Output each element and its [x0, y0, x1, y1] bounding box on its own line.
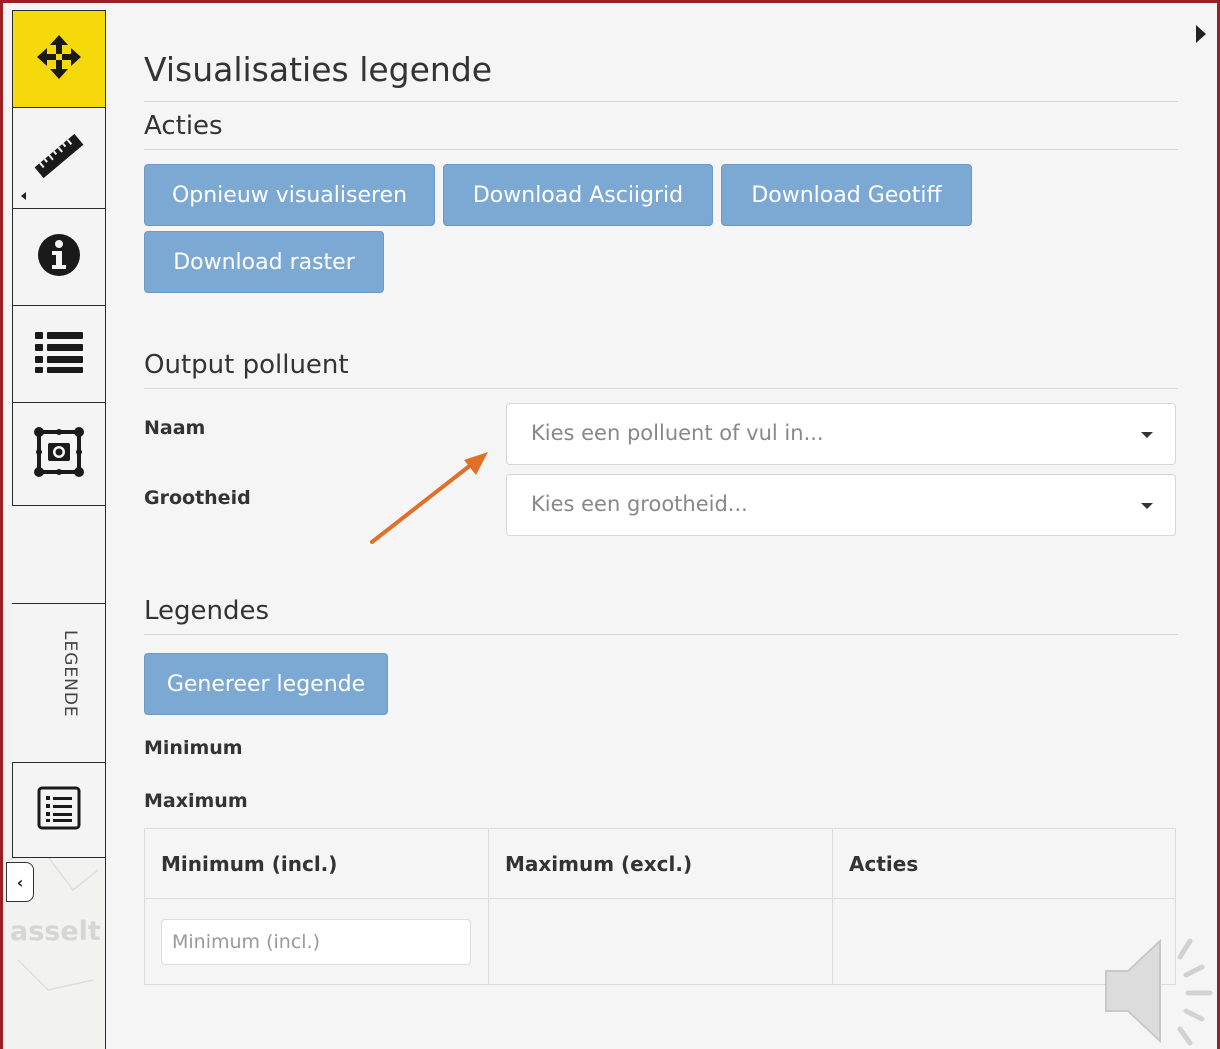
grootheid-select[interactable]: Kies een grootheid... [506, 474, 1176, 536]
maximum-label: Maximum [144, 790, 248, 812]
divider [144, 634, 1178, 635]
naam-label: Naam [144, 417, 206, 439]
speaker-icon[interactable] [1098, 935, 1220, 1047]
legendes-heading: Legendes [144, 596, 270, 626]
divider [144, 101, 1178, 102]
info-tool-button[interactable] [12, 209, 106, 306]
chevron-down-icon [1141, 432, 1153, 438]
chevron-down-icon [1141, 503, 1153, 509]
panel-collapse-arrow-icon[interactable] [1196, 25, 1206, 43]
grootheid-label: Grootheid [144, 487, 251, 509]
legend-panel: Visualisaties legende Acties Opnieuw vis… [106, 10, 1214, 1049]
revisualize-button[interactable]: Opnieuw visualiseren [144, 164, 435, 226]
list-icon [35, 330, 83, 378]
download-geotiff-button[interactable]: Download Geotiff [721, 164, 972, 226]
minimum-label: Minimum [144, 737, 243, 759]
column-header-maximum: Maximum (excl.) [488, 828, 833, 899]
output-polluent-heading: Output polluent [144, 350, 349, 380]
generate-legend-button[interactable]: Genereer legende [144, 653, 388, 715]
list-document-icon [37, 786, 81, 834]
legend-list-tool-button[interactable] [12, 762, 106, 858]
move-tool-button[interactable] [12, 10, 106, 108]
divider [144, 149, 1178, 150]
column-header-minimum: Minimum (incl.) [144, 828, 489, 899]
polluent-select-placeholder: Kies een polluent of vul in... [531, 421, 824, 445]
table-cell-minimum [144, 898, 489, 985]
expand-left-icon [21, 192, 26, 200]
info-circle-icon [37, 233, 81, 281]
measure-tool-button[interactable] [12, 108, 106, 209]
acties-heading: Acties [144, 111, 223, 141]
legende-tab[interactable]: LEGENDE [12, 604, 106, 762]
table-cell-maximum [488, 898, 833, 985]
camera-frame-icon [33, 426, 85, 482]
move-arrows-icon [35, 33, 83, 85]
layers-tool-button[interactable] [12, 306, 106, 403]
screenshot-tool-button[interactable] [12, 403, 106, 506]
grootheid-select-placeholder: Kies een grootheid... [531, 492, 748, 516]
panel-title: Visualisaties legende [144, 50, 493, 89]
polluent-select[interactable]: Kies een polluent of vul in... [506, 403, 1176, 465]
divider [144, 388, 1178, 389]
download-asciigrid-button[interactable]: Download Asciigrid [443, 164, 713, 226]
empty-tool-slot [12, 506, 106, 604]
table-row [144, 898, 1176, 985]
minimum-input[interactable] [161, 918, 471, 965]
ruler-icon [31, 128, 87, 188]
column-header-acties: Acties [832, 828, 1176, 899]
legende-tab-label: LEGENDE [60, 630, 80, 718]
legend-range-table: Minimum (incl.) Maximum (excl.) Acties [144, 828, 1176, 985]
download-raster-button[interactable]: Download raster [144, 231, 384, 293]
sidebar-lower-border [12, 858, 106, 1049]
annotation-arrow-icon [370, 452, 488, 544]
table-header-row: Minimum (incl.) Maximum (excl.) Acties [144, 828, 1176, 899]
